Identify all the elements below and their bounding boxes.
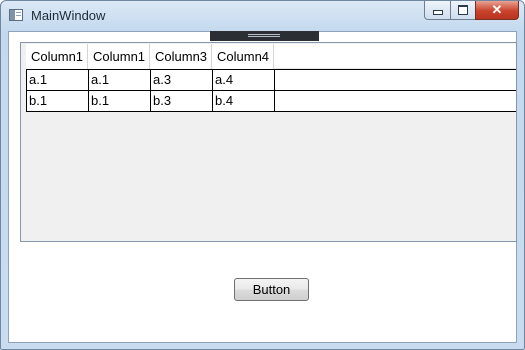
client-area: Column1 Column1 Column3 Column4 a.1 a.1 … [8,31,517,343]
table-row[interactable]: a.1 a.1 a.3 a.4 [26,69,516,90]
row-filler [274,91,516,111]
table-cell[interactable]: a.4 [212,70,274,90]
table-cell[interactable]: a.3 [150,70,212,90]
close-button[interactable]: ✕ [475,1,519,20]
table-cell[interactable]: b.1 [26,91,88,111]
window-app-icon[interactable] [9,9,23,21]
header-filler [274,44,516,69]
column-header[interactable]: Column1 [88,44,150,69]
row-filler [274,70,516,90]
minimize-button[interactable] [424,1,450,20]
grid-rows: a.1 a.1 a.3 a.4 b.1 b.1 b.3 b.4 [26,69,516,112]
maximize-icon [458,5,468,15]
table-cell[interactable]: a.1 [26,70,88,90]
data-grid[interactable]: Column1 Column1 Column3 Column4 a.1 a.1 … [20,42,517,242]
table-row[interactable]: b.1 b.1 b.3 b.4 [26,90,516,112]
grip-lines-icon [248,34,280,35]
caption-buttons: ✕ [424,1,519,21]
table-cell[interactable]: a.1 [88,70,150,90]
grid-header: Column1 Column1 Column3 Column4 [26,44,516,69]
column-header[interactable]: Column4 [212,44,274,69]
minimize-icon [432,10,443,15]
window-title: MainWindow [31,8,106,23]
table-cell[interactable]: b.4 [212,91,274,111]
close-icon: ✕ [491,2,503,17]
column-header[interactable]: Column3 [150,44,212,69]
table-cell[interactable]: b.3 [150,91,212,111]
main-button[interactable]: Button [234,278,309,301]
table-cell[interactable]: b.1 [88,91,150,111]
title-bar[interactable]: MainWindow ✕ [1,1,524,31]
column-header[interactable]: Column1 [26,44,88,69]
main-window: MainWindow ✕ Column1 Column1 Column3 Col… [0,0,525,350]
splitter-grip[interactable] [210,31,319,41]
maximize-button[interactable] [450,1,475,20]
